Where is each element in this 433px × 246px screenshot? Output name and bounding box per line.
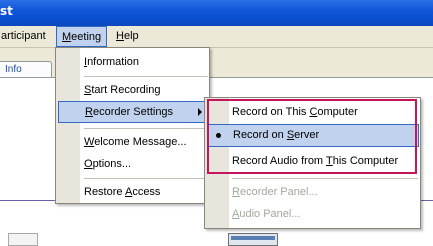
menu-help[interactable]: Help [111,26,144,47]
menu-item-recorder-settings[interactable]: Recorder Settings [58,101,209,123]
menu-participant-label: articipant [1,30,46,42]
menu-separator [232,178,418,179]
thumbnail-right[interactable] [228,233,278,246]
menu-help-label: Help [116,30,139,42]
menu-item-label: Options... [84,158,132,170]
menu-separator [84,128,208,129]
meeting-menu: Information Start Recording Recorder Set… [55,47,210,204]
thumbnail-bar [231,236,275,240]
submenu-item-label: Recorder Panel... [232,186,318,198]
menu-separator [84,76,208,77]
menu-item-welcome-message[interactable]: Welcome Message... [58,131,209,153]
menu-meeting-label: Meeting [62,31,102,43]
thumbnail-left[interactable] [8,233,38,246]
menu-item-information[interactable]: Information [58,51,209,73]
menu-item-options[interactable]: Options... [58,153,209,175]
menu-separator [84,178,208,179]
menu-participant[interactable]: articipant [0,26,51,47]
annotation-highlight-box [207,99,417,174]
menu-item-start-recording[interactable]: Start Recording [58,79,209,101]
tab-info-label: Info [5,64,22,75]
submenu-item-audio-panel: Audio Panel... [207,203,419,226]
menu-item-label: Information [84,56,140,68]
menu-item-label: Restore Access [84,186,161,198]
menu-item-label: Welcome Message... [84,136,187,148]
divider-line [0,200,60,201]
submenu-item-recorder-panel: Recorder Panel... [207,181,419,204]
submenu-item-label: Audio Panel... [232,208,301,220]
menu-item-restore-access[interactable]: Restore Access [58,181,209,203]
tab-info[interactable]: Info [0,61,52,78]
menu-item-label: Start Recording [84,84,161,96]
menu-bar: articipant Meeting Help [0,26,433,48]
title-bar: st [0,0,433,26]
menu-item-label: Recorder Settings [85,106,174,118]
submenu-arrow-icon [198,108,202,116]
menu-meeting[interactable]: Meeting [56,26,108,47]
window-title: st [0,4,13,18]
